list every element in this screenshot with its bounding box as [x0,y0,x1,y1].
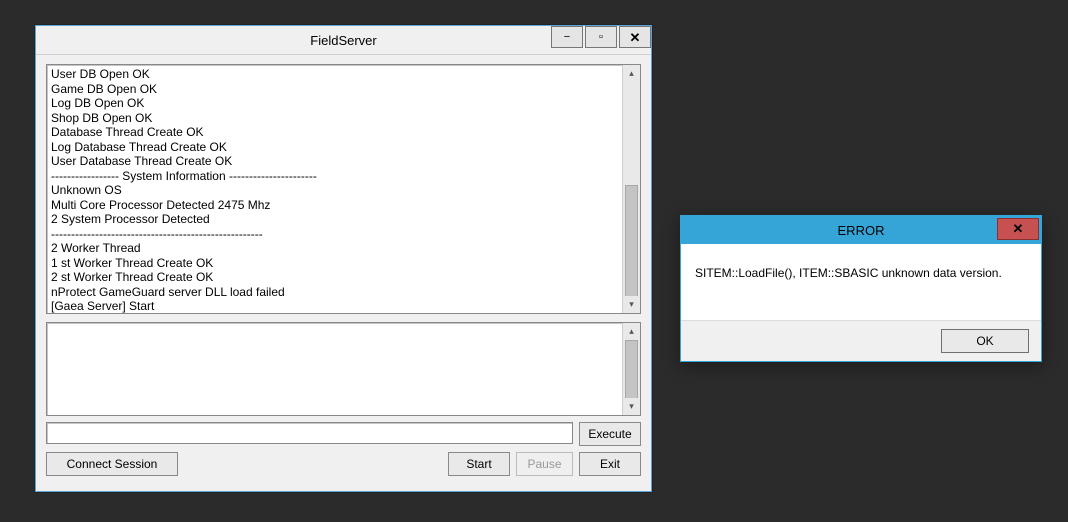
error-message: SITEM::LoadFile(), ITEM::SBASIC unknown … [695,266,1002,280]
exit-button[interactable]: Exit [579,452,641,476]
fieldserver-window: FieldServer − ▫ ✕ User DB Open OK Game D… [35,25,652,492]
log-textarea[interactable]: User DB Open OK Game DB Open OK Log DB O… [46,64,641,314]
scroll-down-icon[interactable]: ▾ [623,296,640,313]
secondary-content [47,323,622,415]
ok-button[interactable]: OK [941,329,1029,353]
start-button[interactable]: Start [448,452,510,476]
error-titlebar[interactable]: ERROR ✕ [681,216,1041,244]
execute-button[interactable]: Execute [579,422,641,446]
maximize-button[interactable]: ▫ [585,26,617,48]
error-dialog: ERROR ✕ SITEM::LoadFile(), ITEM::SBASIC … [680,215,1042,362]
close-icon: ✕ [630,31,641,44]
scroll-thumb[interactable] [625,340,638,400]
close-button[interactable]: ✕ [619,26,651,48]
error-title: ERROR [681,223,1041,238]
minimize-button[interactable]: − [551,26,583,48]
scroll-thumb[interactable] [625,185,638,297]
pause-button: Pause [516,452,573,476]
command-input[interactable] [46,422,573,444]
secondary-textarea[interactable]: ▴ ▾ [46,322,641,416]
scroll-up-icon[interactable]: ▴ [623,323,640,340]
log-content: User DB Open OK Game DB Open OK Log DB O… [47,65,622,313]
secondary-scrollbar[interactable]: ▴ ▾ [622,323,640,415]
connect-session-button[interactable]: Connect Session [46,452,178,476]
log-scrollbar[interactable]: ▴ ▾ [622,65,640,313]
scroll-up-icon[interactable]: ▴ [623,65,640,82]
spacer [178,452,442,476]
window-controls: − ▫ ✕ [549,26,651,48]
close-icon: ✕ [1013,221,1024,237]
window-body: User DB Open OK Game DB Open OK Log DB O… [46,64,641,481]
scroll-down-icon[interactable]: ▾ [623,398,640,415]
maximize-icon: ▫ [599,32,603,43]
minimize-icon: − [564,32,570,43]
titlebar[interactable]: FieldServer − ▫ ✕ [36,26,651,55]
action-row: Connect Session Start Pause Exit [46,452,641,476]
error-footer: OK [681,320,1041,361]
error-close-button[interactable]: ✕ [997,218,1039,240]
error-body: SITEM::LoadFile(), ITEM::SBASIC unknown … [681,244,1041,321]
command-row: Execute [46,422,641,444]
